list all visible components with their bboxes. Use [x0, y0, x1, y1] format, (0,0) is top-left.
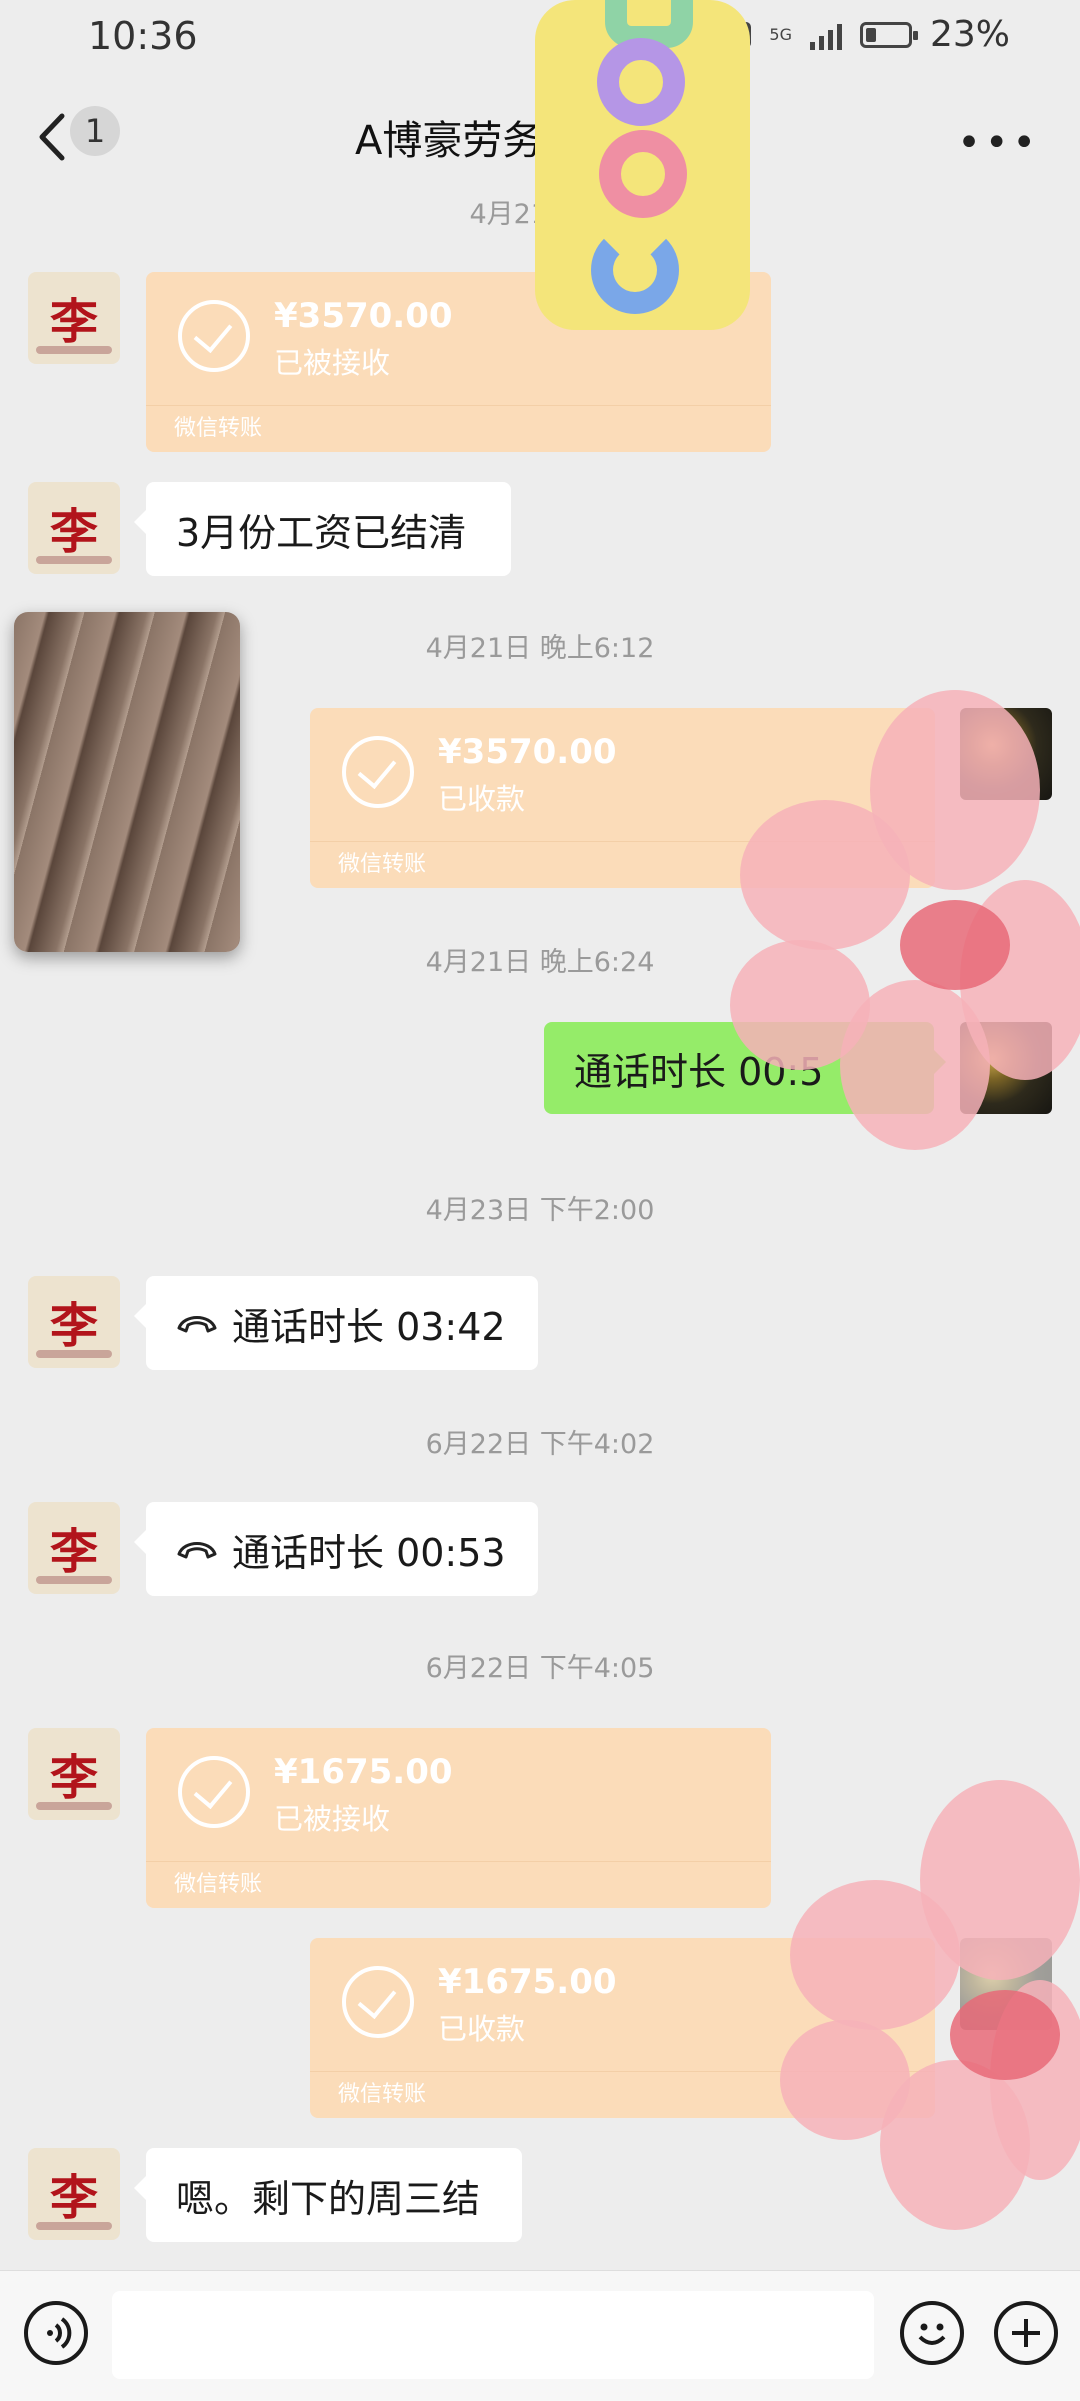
transfer-amount: ¥1675.00	[438, 1962, 617, 2002]
check-icon	[178, 1756, 250, 1828]
transfer-status: 已被接收	[274, 346, 391, 380]
transfer-source: 微信转账	[174, 416, 263, 441]
letters-sticker	[535, 0, 750, 330]
voice-input-icon[interactable]	[24, 2301, 88, 2365]
chat-title-text: A博豪劳务	[355, 118, 543, 164]
avatar[interactable]: 李	[28, 482, 120, 574]
check-icon	[342, 1966, 414, 2038]
status-time: 10:36	[88, 14, 198, 58]
battery-percent: 23%	[929, 14, 1010, 55]
transfer-amount: ¥3570.00	[438, 732, 617, 772]
battery-icon	[859, 21, 918, 48]
transfer-source: 微信转账	[338, 852, 427, 877]
transfer-amount: ¥3570.00	[274, 296, 453, 336]
avatar[interactable]: 李	[28, 272, 120, 364]
message-bubble[interactable]: 嗯。剩下的周三结	[134, 2148, 522, 2242]
timestamp: 6月22日 下午4:02	[425, 1429, 655, 1460]
avatar[interactable]: 李	[28, 1276, 120, 1368]
timestamp: 4月23日 下午2:00	[425, 1195, 655, 1226]
photo-overlay	[14, 612, 240, 952]
phone-icon	[177, 1316, 217, 1333]
network-label: 5G	[769, 24, 792, 44]
call-record-bubble[interactable]: 通话时长 03:42	[134, 1276, 538, 1370]
message-input[interactable]	[112, 2291, 874, 2379]
phone-icon	[177, 1542, 217, 1559]
transfer-amount: ¥1675.00	[274, 1752, 453, 1792]
check-icon	[342, 736, 414, 808]
avatar-char: 李	[49, 294, 98, 350]
call-duration: 通话时长 03:42	[232, 1304, 506, 1349]
transfer-status: 已收款	[438, 782, 526, 816]
avatar-char: 李	[49, 1298, 98, 1354]
avatar[interactable]: 李	[28, 2148, 120, 2240]
avatar[interactable]: 李	[28, 1502, 120, 1594]
more-actions-plus-icon[interactable]	[994, 2301, 1058, 2365]
call-record-bubble[interactable]: 通话时长 00:53	[134, 1502, 538, 1596]
signal-icon	[809, 20, 842, 50]
more-icon[interactable]: •••	[957, 120, 1040, 166]
avatar-char: 李	[49, 1524, 98, 1580]
message-bubble[interactable]: 3月份工资已结清	[134, 482, 511, 576]
emoji-icon[interactable]	[900, 2301, 964, 2365]
avatar-char: 李	[49, 1750, 98, 1806]
transfer-card[interactable]: ¥1675.00 已被接收 微信转账	[146, 1728, 771, 1908]
unread-count-badge[interactable]: 1	[70, 106, 120, 156]
transfer-source: 微信转账	[174, 1872, 263, 1897]
back-arrow-icon[interactable]	[34, 110, 74, 164]
avatar[interactable]: 李	[28, 1728, 120, 1820]
check-icon	[178, 300, 250, 372]
transfer-status: 已被接收	[274, 1802, 391, 1836]
timestamp: 6月22日 下午4:05	[425, 1653, 655, 1684]
call-duration: 通话时长 00:53	[232, 1530, 506, 1575]
avatar-char: 李	[49, 504, 98, 560]
input-bar	[0, 2270, 1080, 2401]
transfer-source: 微信转账	[338, 2082, 427, 2107]
avatar-char: 李	[49, 2170, 98, 2226]
status-icons: 5G 23%	[717, 14, 1010, 55]
transfer-status: 已收款	[438, 2012, 526, 2046]
